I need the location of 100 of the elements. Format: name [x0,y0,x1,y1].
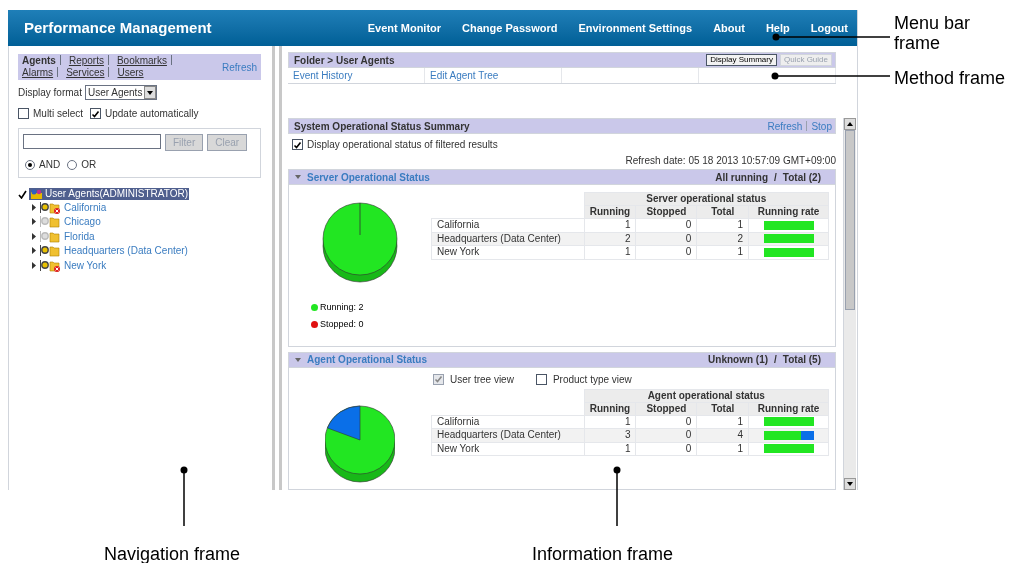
table-cell: Headquarters (Data Center) [431,428,584,443]
nav-tab[interactable]: Reports [68,55,104,67]
refresh-link[interactable]: Refresh [222,59,257,75]
section-header[interactable]: Agent Operational Status Unknown (1) / Total (5) [288,351,836,368]
table-header: Server operational status [584,192,829,206]
running-rate-bar [763,444,814,454]
tree-item[interactable]: Headquarters (Data Center) [64,243,188,259]
nav-tab[interactable]: Agents [22,55,56,67]
table-cell: 1 [584,415,636,429]
user-group-icon [30,188,43,200]
summary-title: System Operational Status Summary [294,119,470,134]
agent-folder-icon [39,229,61,243]
agent-folder-icon [39,244,61,258]
filter-field[interactable] [23,134,161,149]
nav-tab[interactable]: Users [117,67,144,79]
table-cell: 2 [584,232,636,246]
table-cell: California [431,218,584,232]
table-cell: 1 [584,218,636,232]
menu-item[interactable]: About [713,19,745,37]
tree-item[interactable]: User Agents(ADMINISTRATOR) [29,188,189,200]
table-cell: 4 [696,428,749,443]
running-rate-bar [763,417,814,427]
table-cell: 1 [584,245,636,259]
radio-button[interactable] [25,159,35,170]
method-link[interactable]: Event History [293,68,353,83]
collapse-arrow-icon [295,175,301,179]
collapse-arrow-icon [295,357,301,362]
checkbox[interactable] [18,108,29,119]
tree-item[interactable]: Florida [64,228,95,244]
checkbox[interactable] [535,373,547,385]
status-summary: All running [715,170,769,185]
radio-label: AND [39,158,61,172]
radio-label: OR [81,158,97,172]
table-header: Agent operational status [584,389,829,403]
action-link[interactable]: Refresh [767,118,803,134]
menu-item[interactable]: Change Password [462,19,558,37]
callout-label: Menu bar frame [894,13,972,53]
leader-line [180,466,188,527]
table-cell: 2 [696,232,749,246]
tree-item[interactable]: Chicago [64,214,101,230]
status-summary: Total (2) [782,170,821,185]
section-header[interactable]: Server Operational Status All running / Total (2) [288,169,836,185]
table-cell: Headquarters (Data Center) [431,232,584,246]
table-cell: 0 [635,245,697,259]
checkbox-label: Product type view [552,372,632,387]
table-cell: 0 [635,442,697,456]
table-cell: New York [431,442,584,456]
field-label: Display format [18,86,82,100]
checkbox[interactable] [90,108,101,119]
status-summary: / [774,170,777,185]
nav-tab[interactable]: Services [66,67,105,79]
table-cell: California [431,415,584,429]
running-rate-bar [763,431,814,440]
menu-item[interactable]: Event Monitor [367,19,442,37]
app-title: Performance Management [23,17,213,38]
running-rate-bar [763,247,814,257]
display-format-dropdown[interactable]: User Agents [84,85,158,100]
status-summary: Unknown (1) [708,353,769,368]
breadcrumb-text: Folder > User Agents [294,53,395,68]
table-cell: 1 [696,245,749,259]
table-cell: 0 [635,428,697,443]
table-cell: 1 [696,218,749,232]
table-cell: 0 [635,415,697,429]
table-cell: 1 [584,442,636,456]
menu-item[interactable]: Help [765,19,790,37]
refresh-date: Refresh date: 05 18 2013 10:57:09 GMT+09:00 [625,154,836,168]
callout-label: Navigation frame [104,543,241,563]
status-summary: / [774,353,777,368]
radio-button[interactable] [67,159,78,170]
table-cell: 0 [635,218,697,232]
table-cell: 1 [696,415,749,429]
checkbox-label: Update automatically [105,107,199,121]
check-icon [18,189,27,199]
toolbar-button[interactable]: Display Summary [706,54,777,66]
agent-folder-icon [39,215,61,229]
checkbox-label: Display operational status of filtered results [307,138,498,152]
checkbox-label: Multi select [33,107,83,121]
tree-item[interactable]: California [64,199,107,215]
action-link[interactable]: Stop [811,118,832,134]
nav-tab[interactable]: Alarms [22,67,54,79]
callout-label: Method frame [894,67,1006,90]
running-rate-bar [763,220,814,230]
table-cell: 0 [635,232,697,246]
nav-tab[interactable]: Bookmarks [116,55,167,67]
status-summary: Total (5) [782,353,821,368]
tree-item[interactable]: New York [64,257,107,273]
agent-folder-icon [39,258,61,272]
running-rate-bar [763,234,814,244]
menu-item[interactable]: Logout [810,19,848,37]
table-cell: 1 [696,442,749,456]
scrollbar[interactable] [843,118,856,490]
callout-label: Information frame [532,543,674,563]
checkbox[interactable] [292,139,303,150]
legend-label: Running: 2 [320,301,364,314]
method-link[interactable]: Edit Agent Tree [430,68,499,83]
table-cell: New York [431,245,584,259]
legend-label: Stopped: 0 [320,317,364,331]
menu-item[interactable]: Environment Settings [578,19,693,37]
agent-folder-icon [39,200,61,214]
leader-line [613,466,621,527]
